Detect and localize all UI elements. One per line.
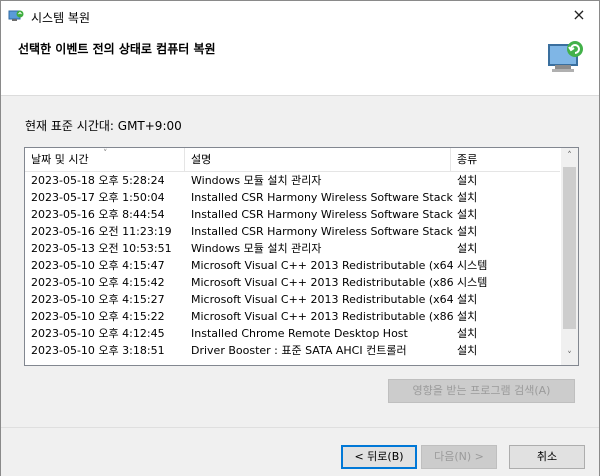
table-header: 날짜 및 시간 ˅ 설명 종류 — [25, 148, 560, 172]
cell-description: Windows 모듈 설치 관리자 — [191, 174, 322, 187]
column-header-label: 설명 — [191, 153, 212, 166]
cell-description: Installed CSR Harmony Wireless Software … — [191, 208, 453, 221]
scroll-thumb[interactable] — [563, 167, 576, 329]
title-bar: 시스템 복원 × — [1, 1, 599, 31]
table-row[interactable]: 2023-05-18 오후 5:28:24 Windows 모듈 설치 관리자 … — [25, 172, 560, 189]
table-row[interactable]: 2023-05-16 오후 8:44:54 Installed CSR Harm… — [25, 206, 560, 223]
cell-type: 설치 — [457, 174, 478, 187]
restore-monitor-icon — [543, 35, 587, 79]
table-row[interactable]: 2023-05-10 오후 4:15:42 Microsoft Visual C… — [25, 274, 560, 291]
column-header-type[interactable]: 종류 — [451, 148, 560, 171]
cell-description: Microsoft Visual C++ 2013 Redistributabl… — [191, 310, 453, 323]
cell-description: Installed Chrome Remote Desktop Host — [191, 327, 408, 340]
window-title: 시스템 복원 — [31, 11, 91, 25]
column-header-datetime[interactable]: 날짜 및 시간 ˅ — [25, 148, 185, 171]
system-restore-dialog: 시스템 복원 × 선택한 이벤트 전의 상태로 컴퓨터 복원 현재 표준 시간대… — [0, 0, 600, 476]
cancel-button[interactable]: 취소 — [509, 445, 585, 469]
header-panel: 선택한 이벤트 전의 상태로 컴퓨터 복원 — [1, 31, 599, 96]
cell-type: 설치 — [457, 242, 478, 255]
cell-datetime: 2023-05-10 오후 3:18:51 — [31, 344, 165, 357]
cell-datetime: 2023-05-10 오후 4:15:27 — [31, 293, 165, 306]
table-row[interactable]: 2023-05-16 오전 11:23:19 Installed CSR Har… — [25, 223, 560, 240]
cell-description: Windows 모듈 설치 관리자 — [191, 242, 322, 255]
sort-indicator-icon: ˅ — [103, 149, 108, 159]
cell-description: Installed CSR Harmony Wireless Software … — [191, 191, 453, 204]
back-button[interactable]: < 뒤로(B) — [341, 445, 417, 469]
cell-datetime: 2023-05-10 오후 4:12:45 — [31, 327, 165, 340]
cell-type: 설치 — [457, 310, 478, 323]
scroll-up-icon[interactable]: ˄ — [561, 148, 578, 165]
cell-datetime: 2023-05-13 오전 10:53:51 — [31, 242, 172, 255]
system-restore-icon — [8, 8, 24, 24]
cell-type: 설치 — [457, 293, 478, 306]
table-row[interactable]: 2023-05-17 오후 1:50:04 Installed CSR Harm… — [25, 189, 560, 206]
cell-type: 설치 — [457, 208, 478, 221]
column-header-label: 종류 — [457, 153, 478, 166]
table-row[interactable]: 2023-05-10 오후 3:18:51 Driver Booster : 표… — [25, 342, 560, 359]
close-button[interactable]: × — [559, 1, 599, 31]
next-button[interactable]: 다음(N) > — [421, 445, 497, 469]
cell-datetime: 2023-05-18 오후 5:28:24 — [31, 174, 165, 187]
cell-type: 설치 — [457, 225, 478, 238]
cell-type: 시스템 — [457, 276, 488, 289]
cell-description: Installed CSR Harmony Wireless Software … — [191, 225, 453, 238]
cell-datetime: 2023-05-10 오후 4:15:22 — [31, 310, 165, 323]
cell-description: Microsoft Visual C++ 2013 Redistributabl… — [191, 276, 453, 289]
table-body: 2023-05-18 오후 5:28:24 Windows 모듈 설치 관리자 … — [25, 172, 560, 359]
cell-datetime: 2023-05-16 오전 11:23:19 — [31, 225, 172, 238]
table-row[interactable]: 2023-05-10 오후 4:15:47 Microsoft Visual C… — [25, 257, 560, 274]
cell-description: Microsoft Visual C++ 2013 Redistributabl… — [191, 259, 453, 272]
cell-description: Microsoft Visual C++ 2013 Redistributabl… — [191, 293, 453, 306]
cell-datetime: 2023-05-17 오후 1:50:04 — [31, 191, 165, 204]
table-row[interactable]: 2023-05-10 오후 4:15:27 Microsoft Visual C… — [25, 291, 560, 308]
scroll-down-icon[interactable]: ˅ — [561, 348, 578, 365]
cell-datetime: 2023-05-10 오후 4:15:42 — [31, 276, 165, 289]
cell-type: 설치 — [457, 344, 478, 357]
scan-affected-programs-button[interactable]: 영향을 받는 프로그램 검색(A) — [388, 379, 575, 403]
cell-datetime: 2023-05-16 오후 8:44:54 — [31, 208, 165, 221]
cell-type: 설치 — [457, 191, 478, 204]
table-row[interactable]: 2023-05-10 오후 4:12:45 Installed Chrome R… — [25, 325, 560, 342]
page-title: 선택한 이벤트 전의 상태로 컴퓨터 복원 — [18, 42, 216, 56]
cell-type: 시스템 — [457, 259, 488, 272]
restore-points-table[interactable]: 날짜 및 시간 ˅ 설명 종류 2023-05-18 오후 5:28:24 Wi… — [24, 147, 579, 366]
column-header-label: 날짜 및 시간 — [31, 153, 89, 166]
cell-datetime: 2023-05-10 오후 4:15:47 — [31, 259, 165, 272]
cell-type: 설치 — [457, 327, 478, 340]
table-row[interactable]: 2023-05-13 오전 10:53:51 Windows 모듈 설치 관리자… — [25, 240, 560, 257]
column-header-description[interactable]: 설명 — [185, 148, 451, 171]
table-row[interactable]: 2023-05-10 오후 4:15:22 Microsoft Visual C… — [25, 308, 560, 325]
timezone-label: 현재 표준 시간대: GMT+9:00 — [25, 119, 182, 133]
vertical-scrollbar[interactable]: ˄ ˅ — [561, 148, 578, 365]
cell-description: Driver Booster : 표준 SATA AHCI 컨트롤러 — [191, 344, 407, 357]
